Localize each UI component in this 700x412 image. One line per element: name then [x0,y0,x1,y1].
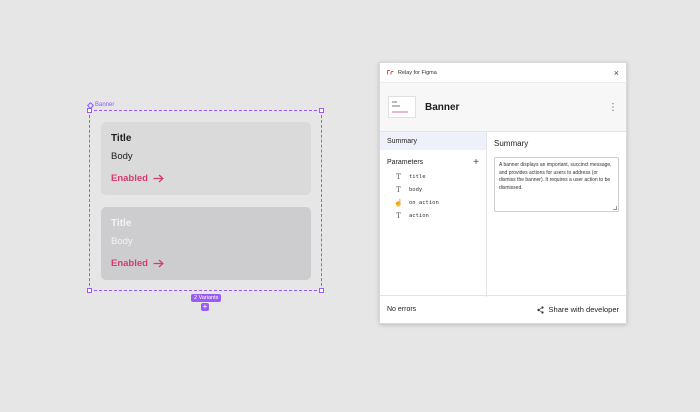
component-set-frame[interactable]: Title Body Enabled Title Body Enabled [87,108,324,293]
share-with-developer-button[interactable]: Share with developer [536,305,619,314]
resize-handle-bottom-left[interactable] [87,288,92,293]
touch-icon: ☝ [394,198,403,207]
parameter-item-title[interactable]: T title [380,170,486,183]
resize-handle-top-left[interactable] [87,108,92,113]
resize-handle-bottom-right[interactable] [319,288,324,293]
component-header: Banner ⋯ [380,83,626,132]
summary-text: A banner displays an important, succinct… [499,162,612,191]
parameter-name: body [409,186,423,193]
summary-heading: Summary [494,139,529,148]
parameters-header: Parameters + [380,154,486,170]
close-icon[interactable]: × [614,68,619,78]
relay-plugin-window: Relay for Figma × Banner ⋯ Summary Param… [379,62,627,324]
banner-action-label: Enabled [111,258,148,269]
resize-handle-top-right[interactable] [319,108,324,113]
banner-variant-default[interactable]: Title Body Enabled [101,122,311,195]
arrow-right-icon [153,174,164,183]
component-thumbnail [388,96,416,118]
plugin-title: Relay for Figma [398,69,437,76]
parameter-item-body[interactable]: T body [380,183,486,196]
plugin-content: Summary Parameters + T title T body ☝ on… [380,132,626,297]
text-icon: T [396,185,401,194]
parameter-name: action [409,212,429,219]
status-text: No errors [387,306,417,313]
plugin-titlebar: Relay for Figma × [380,63,626,83]
component-set-name: Banner [95,102,115,108]
text-icon: T [396,211,401,220]
plugin-sidebar: Summary Parameters + T title T body ☝ on… [380,132,487,297]
component-name: Banner [425,101,460,113]
resize-grip-icon[interactable] [613,206,617,210]
relay-logo-icon [387,70,394,75]
banner-title: Title [111,133,132,144]
banner-variant-disabled[interactable]: Title Body Enabled [101,207,311,280]
share-icon [536,305,544,314]
banner-body: Body [111,236,133,247]
arrow-right-icon [153,259,164,268]
add-variant-button[interactable]: + [201,303,209,311]
parameter-item-action[interactable]: T action [380,209,486,222]
banner-title: Title [111,218,132,229]
banner-action[interactable]: Enabled [111,258,301,269]
plugin-footer: No errors Share with developer [380,295,626,323]
parameter-item-on-action[interactable]: ☝ on action [380,196,486,209]
summary-panel: Summary A banner displays an important, … [487,132,626,297]
banner-body: Body [111,151,133,162]
more-options-icon[interactable]: ⋯ [607,102,618,112]
nav-item-summary[interactable]: Summary [380,132,486,150]
parameter-name: title [409,173,426,180]
parameter-name: on action [409,199,439,206]
banner-action[interactable]: Enabled [111,173,301,184]
banner-action-label: Enabled [111,173,148,184]
add-parameter-button[interactable]: + [473,157,479,168]
variants-count-badge: 2 Variants [191,294,222,302]
text-icon: T [396,172,401,181]
share-label: Share with developer [548,305,619,314]
summary-textarea[interactable]: A banner displays an important, succinct… [494,157,619,212]
parameters-label: Parameters [387,158,424,166]
